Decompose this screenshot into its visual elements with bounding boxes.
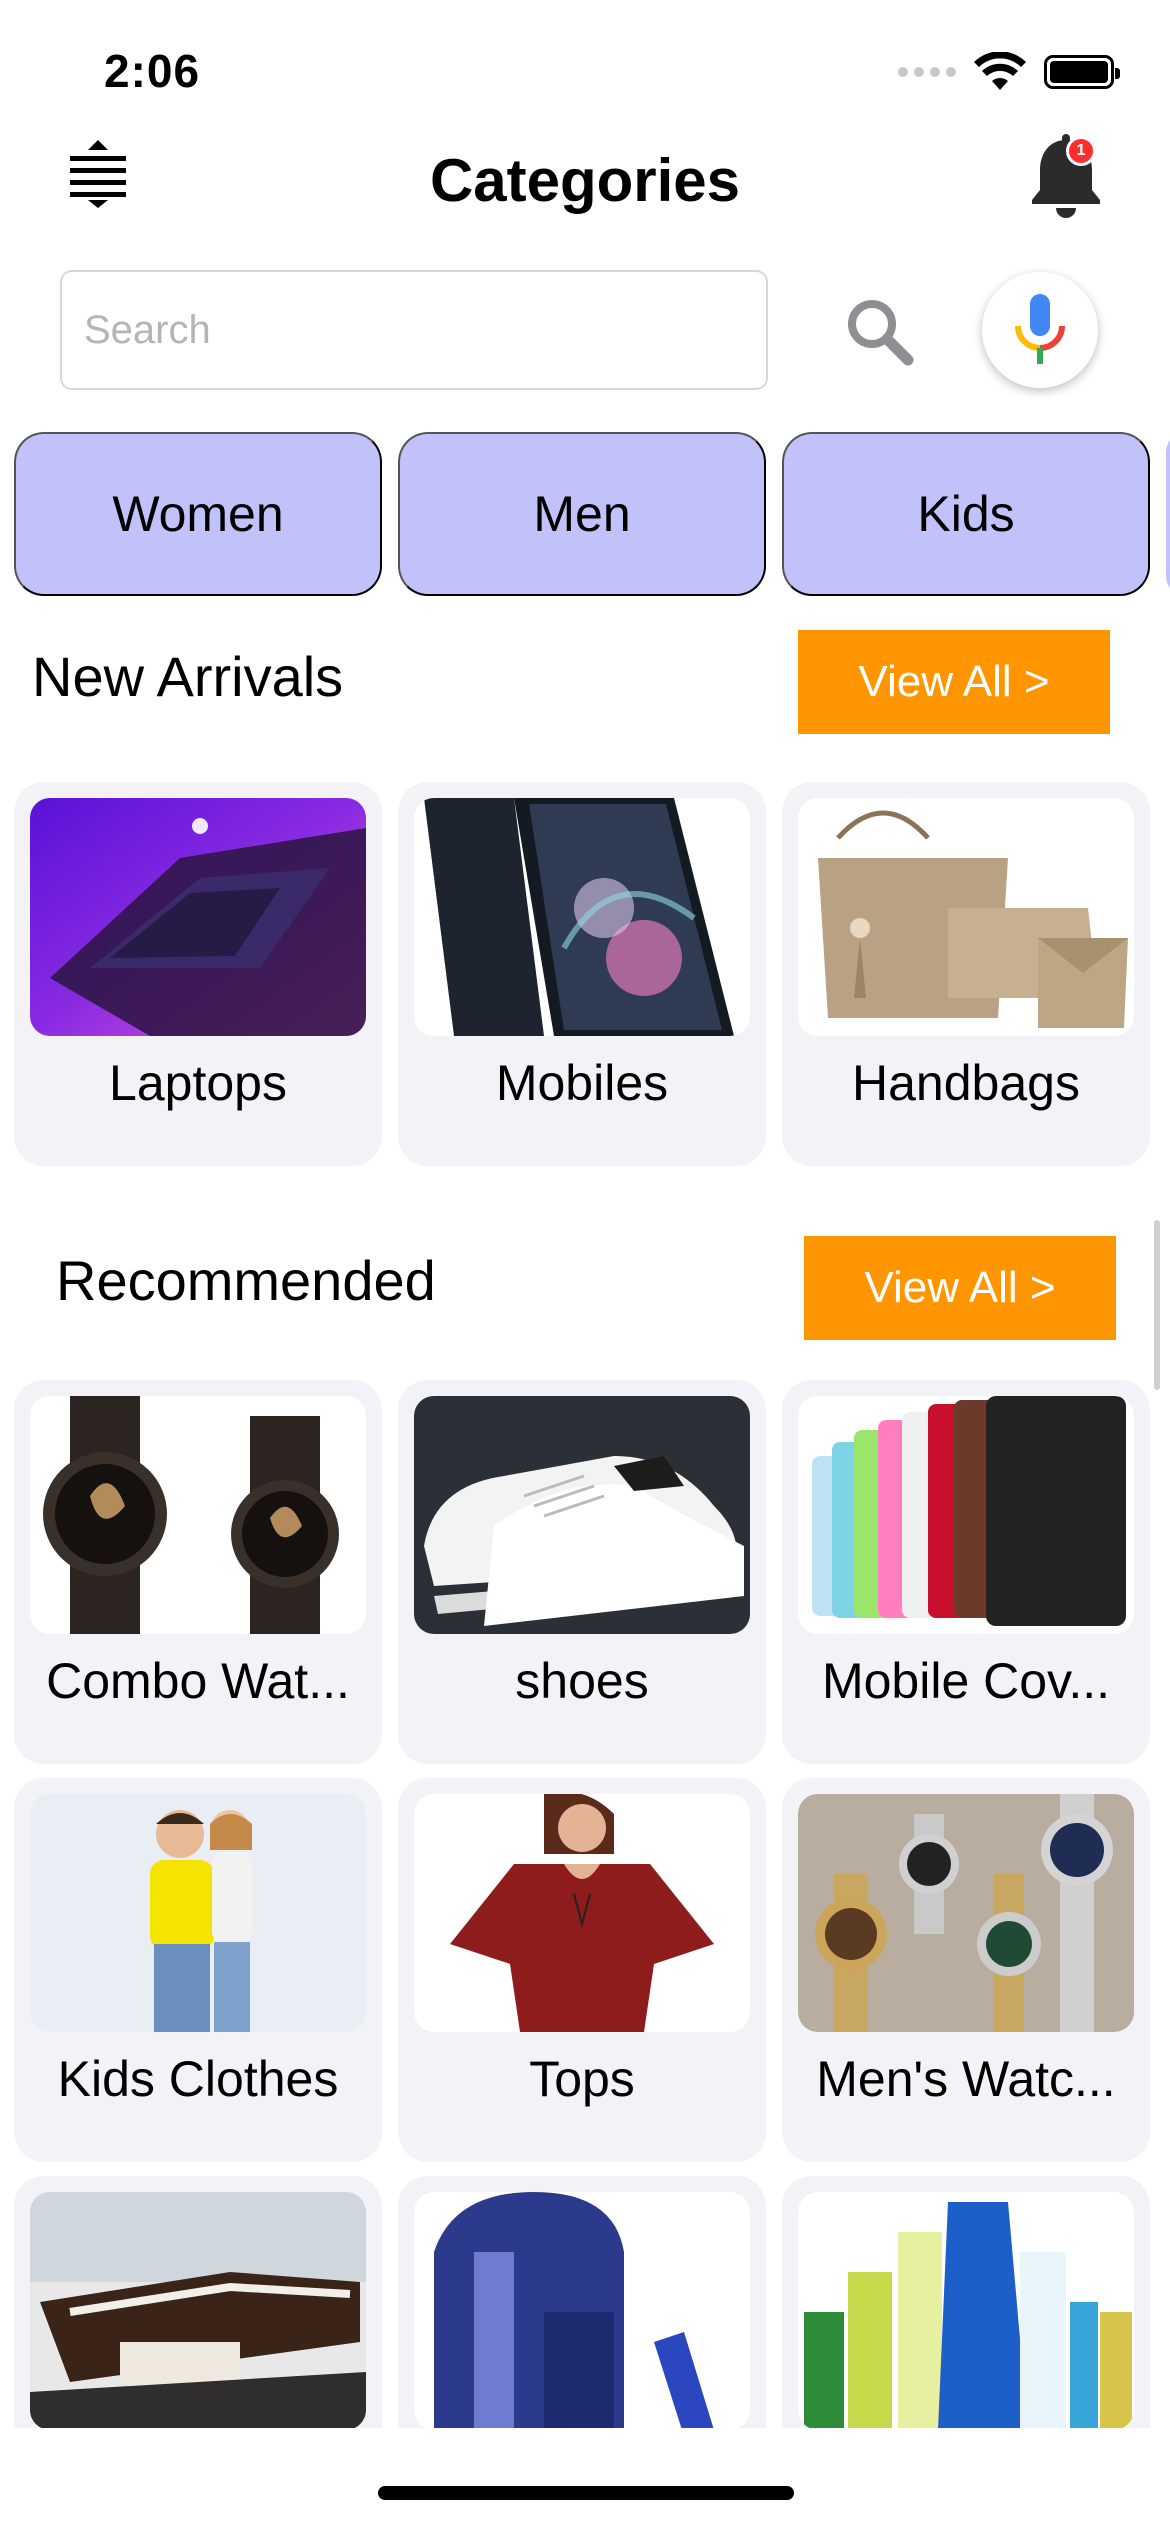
- status-icons: [898, 52, 1120, 92]
- new-arrivals-grid: Laptops Mobiles Handbags: [14, 782, 1150, 1166]
- bottom-safe-area: [0, 2428, 1170, 2532]
- kids-image: [30, 1794, 366, 2032]
- recommended-grid-row-1: Combo Wat... shoes Mobile Cov...: [14, 1380, 1150, 1764]
- card-label: Mobiles: [495, 1055, 669, 1111]
- new-arrivals-view-all-button[interactable]: View All >: [798, 630, 1110, 734]
- wristwatch-pair-image: [30, 1396, 366, 1634]
- laptop-image: [30, 798, 366, 1036]
- category-tab-more[interactable]: [1166, 432, 1170, 596]
- product-card[interactable]: shoes: [398, 1380, 766, 1764]
- card-label: Combo Wat...: [46, 1653, 350, 1709]
- hair-oil-bottles-image: [798, 2192, 1134, 2430]
- product-card[interactable]: Men's Watc...: [782, 1778, 1150, 2162]
- recommended-view-all-button[interactable]: View All >: [804, 1236, 1116, 1340]
- product-card[interactable]: Combo Wat...: [14, 1380, 382, 1764]
- top-image: [414, 1794, 750, 2032]
- category-card[interactable]: Mobiles: [398, 782, 766, 1166]
- notification-badge: 1: [1066, 136, 1096, 166]
- category-tabs: Women Men Kids: [14, 432, 1170, 600]
- card-label: Kids Clothes: [57, 2051, 339, 2107]
- microphone-icon: [1015, 294, 1065, 364]
- search-icon[interactable]: [840, 292, 920, 372]
- card-label: Handbags: [852, 1055, 1080, 1111]
- card-label: shoes: [515, 1653, 649, 1709]
- status-time: 2:06: [104, 45, 201, 97]
- sofa-image: [30, 2192, 366, 2430]
- voice-search-button[interactable]: [982, 272, 1098, 388]
- card-label: Mobile Cov...: [821, 1653, 1111, 1709]
- category-card[interactable]: Handbags: [782, 782, 1150, 1166]
- notifications-button[interactable]: 1: [1024, 132, 1108, 222]
- category-tab-kids[interactable]: Kids: [782, 432, 1150, 596]
- search-input[interactable]: [60, 270, 768, 390]
- product-card[interactable]: Mobile Cov...: [782, 1380, 1150, 1764]
- home-indicator[interactable]: [378, 2486, 794, 2500]
- product-card[interactable]: Tops: [398, 1778, 766, 2162]
- product-card[interactable]: Kids Clothes: [14, 1778, 382, 2162]
- battery-icon: [1044, 55, 1120, 89]
- recommended-title: Recommended: [56, 1249, 436, 1312]
- categories-screen: 2:06 Categories 1 Search Women Men Kids …: [0, 0, 1170, 2532]
- category-tab-women[interactable]: Women: [14, 432, 382, 596]
- card-label: Laptops: [109, 1055, 287, 1111]
- card-label: Men's Watc...: [816, 2051, 1116, 2107]
- cellular-signal-icon: [898, 67, 956, 77]
- sneaker-image: [414, 1396, 750, 1634]
- handbag-image: [798, 798, 1134, 1036]
- mens-watches-image: [798, 1794, 1134, 2032]
- page-title: Categories: [429, 147, 741, 214]
- mobile-phone-image: [414, 798, 750, 1036]
- recommended-grid-row-2: Kids Clothes Tops Men's Watc...: [14, 1778, 1150, 2162]
- phone-covers-image: [798, 1396, 1134, 1634]
- scrollbar[interactable]: [1154, 1220, 1160, 1390]
- new-arrivals-title: New Arrivals: [32, 645, 344, 708]
- category-tab-men[interactable]: Men: [398, 432, 766, 596]
- backpack-image: [414, 2192, 750, 2430]
- wifi-icon: [974, 52, 1026, 90]
- category-card[interactable]: Laptops: [14, 782, 382, 1166]
- card-label: Tops: [529, 2051, 635, 2107]
